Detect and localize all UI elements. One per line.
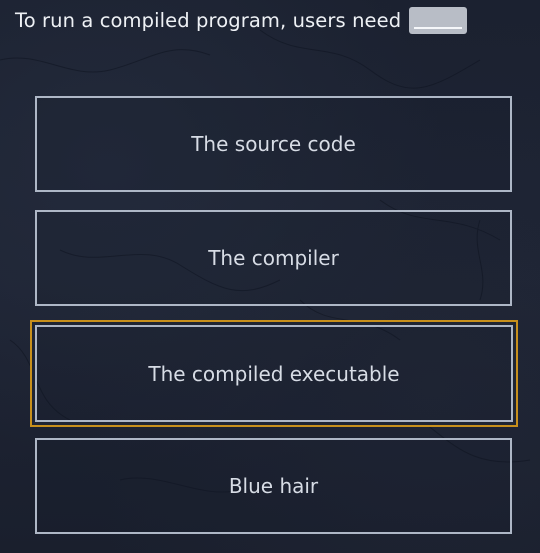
answer-option-label: The compiler <box>208 246 339 270</box>
question-text: To run a compiled program, users need <box>15 8 402 32</box>
answer-blank <box>409 6 468 34</box>
answer-option-source-code[interactable]: The source code <box>35 96 512 192</box>
answer-option-label: The compiled executable <box>148 361 400 386</box>
answer-option-compiled-executable[interactable]: The compiled executable <box>30 320 518 427</box>
question-prompt: To run a compiled program, users need <box>15 6 468 34</box>
answer-option-compiler[interactable]: The compiler <box>35 210 512 306</box>
answer-option-label: Blue hair <box>228 474 319 498</box>
answer-option-label: The source code <box>191 132 356 156</box>
answer-option-blue-hair[interactable]: Blue hair <box>35 438 512 534</box>
